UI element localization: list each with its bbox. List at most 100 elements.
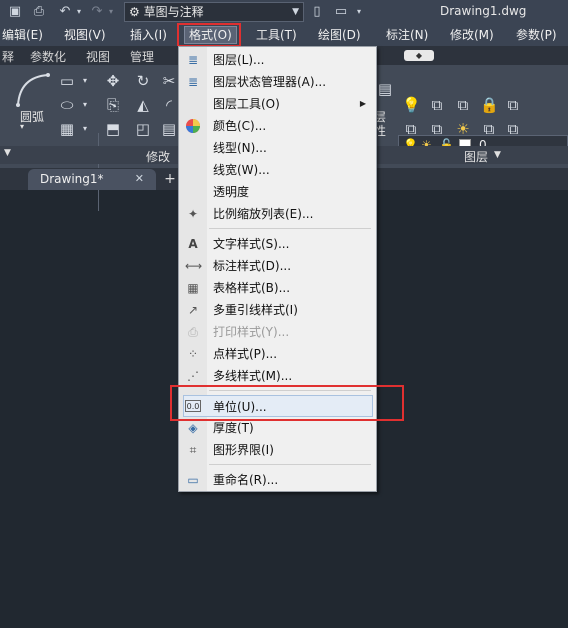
- layer-match-icon[interactable]: ⧉: [428, 97, 446, 113]
- layer-isolate-icon[interactable]: ⧉: [504, 97, 522, 113]
- layer-on-icon[interactable]: 💡: [402, 97, 421, 113]
- menu-parametric[interactable]: 参数(P): [516, 27, 557, 45]
- menu-view[interactable]: 视图(V): [64, 27, 106, 45]
- menu-item-layer-state[interactable]: ≣ 图层状态管理器(A)...: [179, 71, 376, 93]
- hatch-icon[interactable]: ▦: [58, 121, 76, 137]
- menu-separator: [209, 464, 371, 465]
- layer-unlock-icon[interactable]: ⧉: [480, 121, 498, 137]
- document-tab[interactable]: Drawing1* ✕: [28, 169, 156, 190]
- workspace-select[interactable]: ⚙ 草图与注释 ▼: [124, 2, 304, 22]
- menu-item-point-style[interactable]: ⁘ 点样式(P)...: [179, 343, 376, 365]
- limits-icon: ⌗: [189, 443, 197, 457]
- layers-panel-label[interactable]: 图层: [464, 148, 488, 165]
- menu-item-label: 打印样式(Y)...: [213, 325, 290, 339]
- table-style-icon: ▦: [187, 281, 199, 295]
- menu-item-transparency[interactable]: 透明度: [179, 181, 376, 203]
- layer-properties-icon[interactable]: ▤: [376, 81, 394, 97]
- menu-item-units[interactable]: 0.0 单位(U)...: [183, 395, 373, 417]
- menu-item-label: 透明度: [213, 185, 250, 199]
- menu-item-lineweight[interactable]: 线宽(W)...: [179, 159, 376, 181]
- mirror-icon[interactable]: ◭: [134, 97, 152, 113]
- document-tab-label: Drawing1*: [40, 172, 104, 186]
- menu-dimension[interactable]: 标注(N): [386, 27, 428, 45]
- scale-icon[interactable]: ◰: [134, 121, 152, 137]
- stretch-icon[interactable]: ⬒: [104, 121, 122, 137]
- menu-item-label: 重命名(R)...: [213, 473, 279, 487]
- menu-item-label: 图形界限(I): [213, 443, 274, 457]
- ribbon-tab-view[interactable]: 视图: [86, 48, 110, 65]
- rectangle-dropdown-icon[interactable]: ▾: [76, 73, 94, 89]
- menu-item-mline-style[interactable]: ⋰ 多线样式(M)...: [179, 365, 376, 387]
- move-icon[interactable]: ✥: [104, 73, 122, 89]
- point-style-icon: ⁘: [187, 347, 199, 361]
- menu-edit[interactable]: 编辑(E): [2, 27, 43, 45]
- menu-item-table-style[interactable]: ▦ 表格样式(B)...: [179, 277, 376, 299]
- redo-dropdown-icon[interactable]: ▾: [102, 3, 120, 21]
- menu-item-text-style[interactable]: A 文字样式(S)...: [179, 233, 376, 255]
- ribbon-minimize-toggle[interactable]: ◆: [404, 50, 434, 61]
- layers-icon: ≣: [187, 53, 199, 67]
- menu-item-label: 单位(U)...: [213, 400, 267, 414]
- ellipse-dropdown-icon[interactable]: ▾: [76, 97, 94, 113]
- menu-item-label: 点样式(P)...: [213, 347, 278, 361]
- rotate-icon[interactable]: ↻: [134, 73, 152, 89]
- draw-panel-dropdown-icon[interactable]: ▼: [4, 148, 11, 158]
- mleader-style-icon: ↗: [187, 303, 199, 317]
- menu-separator: [209, 390, 371, 391]
- layer-previous-icon[interactable]: ⧉: [454, 97, 472, 113]
- menu-format[interactable]: 格式(O): [184, 26, 237, 44]
- arc-dropdown-icon[interactable]: ▾: [20, 122, 24, 131]
- ribbon-tab-parametric[interactable]: 参数化: [30, 48, 66, 65]
- rectangle-icon[interactable]: ▭: [58, 73, 76, 89]
- color-wheel-icon: [185, 118, 201, 134]
- layers-panel-dropdown-icon[interactable]: ▼: [494, 150, 501, 160]
- menu-item-label: 图层状态管理器(A)...: [213, 75, 327, 89]
- hatch-dropdown-icon[interactable]: ▾: [76, 121, 94, 137]
- share-icon[interactable]: ▭: [332, 3, 350, 21]
- mline-style-icon: ⋰: [187, 369, 199, 383]
- ellipse-icon[interactable]: ⬭: [58, 97, 76, 113]
- menu-item-drawing-limits[interactable]: ⌗ 图形界限(I): [179, 439, 376, 461]
- menu-item-label: 多线样式(M)...: [213, 369, 293, 383]
- share-dropdown-icon[interactable]: ▾: [350, 3, 368, 21]
- copy-icon[interactable]: ⎘: [104, 97, 122, 113]
- arc-icon[interactable]: [14, 71, 54, 109]
- menu-item-label: 文字样式(S)...: [213, 237, 290, 251]
- menu-item-plot-style: ⎙ 打印样式(Y)...: [179, 321, 376, 343]
- menu-draw[interactable]: 绘图(D): [318, 27, 361, 45]
- layer-freeze-icon[interactable]: ⧉: [428, 121, 446, 137]
- rename-icon: ▭: [187, 473, 199, 487]
- modify-panel-label[interactable]: 修改: [146, 148, 170, 165]
- menu-item-dim-style[interactable]: ⟷ 标注样式(D)...: [179, 255, 376, 277]
- layer-lock-icon[interactable]: 🔒: [480, 97, 499, 113]
- menu-insert[interactable]: 插入(I): [130, 27, 167, 45]
- array-icon[interactable]: ▤: [160, 121, 178, 137]
- save-icon[interactable]: ▣: [6, 3, 24, 21]
- layer-thaw-icon[interactable]: ☀: [454, 121, 472, 137]
- menu-item-layer[interactable]: ≣ 图层(L)...: [179, 49, 376, 71]
- menu-tools[interactable]: 工具(T): [256, 27, 297, 45]
- ribbon-tab-annotate[interactable]: 释: [2, 48, 14, 65]
- menu-item-thickness[interactable]: ◈ 厚度(T): [179, 417, 376, 439]
- text-style-icon: A: [188, 237, 198, 251]
- fillet-icon[interactable]: ◜: [160, 97, 178, 113]
- menu-item-color[interactable]: 颜色(C)...: [179, 115, 376, 137]
- new-tab-button[interactable]: +: [162, 170, 178, 188]
- ribbon-tab-manage[interactable]: 管理: [130, 48, 154, 65]
- menu-item-scale-list[interactable]: ✦ 比例缩放列表(E)...: [179, 203, 376, 225]
- undo-dropdown-icon[interactable]: ▾: [70, 3, 88, 21]
- menu-item-layer-tools[interactable]: 图层工具(O) ▶: [179, 93, 376, 115]
- print-icon[interactable]: ⎙: [30, 3, 48, 21]
- menu-modify[interactable]: 修改(M): [450, 27, 494, 45]
- plot-style-icon: ⎙: [188, 325, 198, 339]
- open-icon[interactable]: ▯: [308, 3, 326, 21]
- layer-merge-icon[interactable]: ⧉: [504, 121, 522, 137]
- menu-item-linetype[interactable]: 线型(N)...: [179, 137, 376, 159]
- dim-style-icon: ⟷: [185, 259, 203, 273]
- close-icon[interactable]: ✕: [135, 169, 144, 189]
- menu-item-rename[interactable]: ▭ 重命名(R)...: [179, 469, 376, 491]
- format-menu: ≣ 图层(L)... ≣ 图层状态管理器(A)... 图层工具(O) ▶ 颜色(…: [178, 46, 377, 492]
- trim-icon[interactable]: ✂: [160, 73, 178, 89]
- layer-off-icon[interactable]: ⧉: [402, 121, 420, 137]
- menu-item-mleader-style[interactable]: ↗ 多重引线样式(I): [179, 299, 376, 321]
